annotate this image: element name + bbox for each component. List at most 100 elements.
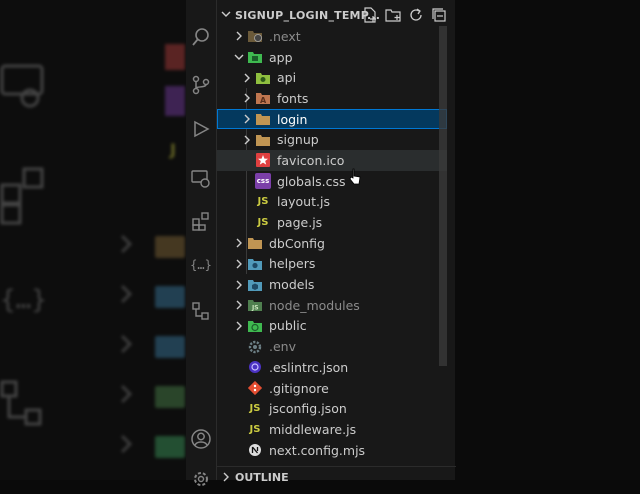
svg-text:JS: JS [251,305,259,312]
background-braces-icon: {…} [0,285,47,315]
tree-item-login[interactable]: login [217,108,447,130]
chevron-right-icon [231,31,247,41]
tree-item-label: .eslintrc.json [269,359,349,375]
background-editor-blur: {…} J [0,0,186,480]
settings-gear-icon[interactable] [186,464,216,494]
tree-item-label: models [269,277,315,293]
folder-api-icon [255,70,271,86]
file-tree: .next app api A fonts login signup favic… [217,26,447,460]
js-file-icon: JS [257,217,269,229]
chevron-right-icon [231,259,247,269]
background-folder-icon [155,436,185,458]
tree-item-label: api [277,70,297,86]
tree-item-label: jsconfig.json [269,401,347,417]
tree-item-favicon[interactable]: favicon.ico [217,150,447,171]
css-file-icon: css [255,173,271,190]
new-file-icon[interactable] [361,6,379,24]
tree-item-api[interactable]: api [217,67,447,88]
tree-item-label: favicon.ico [277,152,345,168]
tree-item-middleware[interactable]: JS middleware.js [217,419,447,440]
tree-item-label: login [277,111,308,127]
gear-icon [247,339,263,355]
source-control-icon[interactable] [186,70,216,100]
tree-item-label: next.config.mjs [269,442,366,458]
scrollbar-thumb[interactable] [439,26,447,366]
activity-bar: {…} [186,0,216,486]
tree-item-label: layout.js [277,194,330,210]
tree-item-label: middleware.js [269,421,357,437]
tree-item-label: fonts [277,90,309,106]
tree-item-dbconfig[interactable]: dbConfig [217,233,447,254]
folder-icon [255,111,271,127]
folder-models-icon [247,277,263,293]
tree-item-eslintrc[interactable]: .eslintrc.json [217,357,447,378]
chevron-right-icon[interactable] [217,472,235,482]
tree-item-helpers[interactable]: helpers [217,254,447,275]
graph-icon[interactable] [186,296,216,326]
background-extensions-icon [0,167,44,225]
background-remote-icon [0,64,44,108]
background-folder-icon [155,386,185,408]
background-purple-shape [165,86,185,116]
tree-item-label: .gitignore [269,380,329,396]
refresh-icon[interactable] [407,6,425,24]
json-braces-icon[interactable]: {…} [186,250,216,280]
tree-item-models[interactable]: models [217,274,447,295]
tree-item-fonts[interactable]: A fonts [217,88,447,109]
folder-next-icon [247,28,263,44]
chevron-right-icon [239,135,255,145]
chevron-right-icon [239,73,255,83]
search-icon[interactable] [186,22,216,52]
account-icon[interactable] [186,424,216,454]
folder-icon [255,132,271,148]
collapse-all-icon[interactable] [430,6,448,24]
chevron-right-icon [231,321,247,331]
folder-node-icon: JS [247,297,263,313]
chevron-right-icon [239,114,255,124]
tree-item-signup[interactable]: signup [217,129,447,150]
tree-item-globals-css[interactable]: css globals.css [217,171,447,192]
tree-item-env[interactable]: .env [217,336,447,357]
explorer-panel: SIGNUP_LOGIN_TEMP... .next app api A fon… [216,0,456,484]
tree-item-jsconfig[interactable]: JS jsconfig.json [217,398,447,419]
svg-text:{…}: {…} [0,285,47,315]
background-right-dark [455,0,640,480]
tree-item-next-config[interactable]: next.config.mjs [217,440,447,461]
tree-item-next[interactable]: .next [217,26,447,47]
background-folder-icon [155,236,185,258]
tree-item-label: node_modules [269,297,360,313]
folder-public-icon [247,318,263,334]
remote-explorer-icon[interactable] [186,163,216,193]
explorer-header[interactable]: SIGNUP_LOGIN_TEMP... [217,4,456,26]
background-folder-icon [155,336,185,358]
run-debug-icon[interactable] [186,114,216,144]
svg-text:A: A [260,96,267,105]
extensions-icon[interactable] [186,206,216,236]
mouse-pointer-icon [348,168,362,190]
chevron-down-icon[interactable] [217,9,235,22]
tree-item-layout-js[interactable]: JS layout.js [217,192,447,213]
background-js-shape: J [170,140,176,159]
outline-section-header[interactable]: OUTLINE [217,466,456,487]
workspace-title[interactable]: SIGNUP_LOGIN_TEMP... [235,9,380,22]
folder-helpers-icon [247,256,263,272]
js-file-icon: JS [249,423,261,435]
chevron-right-icon [239,93,255,103]
chevron-right-icon [231,300,247,310]
tree-item-label: signup [277,132,319,148]
background-graph-icon [0,380,42,426]
tree-item-public[interactable]: public [217,316,447,337]
favicon-star-icon [255,152,271,168]
tree-item-gitignore[interactable]: .gitignore [217,378,447,399]
tree-item-label: public [269,318,307,334]
nextjs-icon [247,442,263,458]
tree-item-node-modules[interactable]: JS node_modules [217,295,447,316]
chevron-down-icon [231,53,247,61]
background-chevrons [120,234,133,454]
folder-app-icon [247,49,263,65]
git-icon [247,380,263,396]
tree-item-app[interactable]: app [217,47,447,68]
tree-item-page-js[interactable]: JS page.js [217,212,447,233]
chevron-right-icon [231,238,247,248]
new-folder-icon[interactable] [384,6,402,24]
